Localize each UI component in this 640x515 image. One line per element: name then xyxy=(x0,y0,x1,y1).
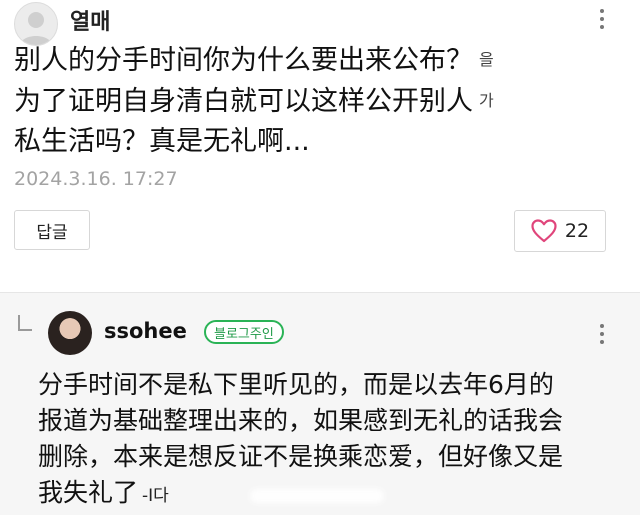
reply-author[interactable]: ssohee xyxy=(104,319,187,343)
owner-reply: ssohee 블로그주인 分手时间不是私下里听见的，而是以去年6月的 报道为基础… xyxy=(0,292,640,515)
comment-line: 为了证明自身清白就可以这样公开别人 가 xyxy=(14,86,494,117)
comment-body: 别人的分手时间你为什么要出来公布？ 을 为了证明自身清白就可以这样公开别人 가 私生… xyxy=(14,40,614,162)
reply-line: 分手时间不是私下里听见的，而是以去年6月的 xyxy=(38,370,554,399)
reply-button[interactable]: 답글 xyxy=(14,210,90,250)
like-button[interactable]: 22 xyxy=(514,210,606,252)
like-count: 22 xyxy=(564,220,590,242)
reply-avatar[interactable] xyxy=(48,311,92,355)
comment-line: 别人的分手时间你为什么要出来公布？ 을 xyxy=(14,45,494,76)
blurred-overlay xyxy=(250,489,384,503)
user-icon xyxy=(20,12,52,45)
more-options-icon[interactable] xyxy=(592,319,612,349)
reply-line: 报道为基础整理出来的，如果感到无礼的话我会 xyxy=(38,406,564,435)
comment-line: 私生活吗？真是无礼啊... xyxy=(14,126,310,157)
comment-author[interactable]: 열매 xyxy=(70,4,110,36)
comment: 열매 别人的分手时间你为什么要出来公布？ 을 为了证明自身清白就可以这样公开别人 가… xyxy=(0,0,640,292)
blog-owner-badge: 블로그주인 xyxy=(204,320,284,344)
comment-timestamp: 2024.3.16. 17:27 xyxy=(14,168,178,190)
more-options-icon[interactable] xyxy=(592,4,612,34)
reply-line: 删除，本来是想反证不是换乘恋爱，但好像又是 xyxy=(38,442,564,471)
heart-icon xyxy=(531,219,557,243)
reply-arrow-icon xyxy=(18,315,32,331)
